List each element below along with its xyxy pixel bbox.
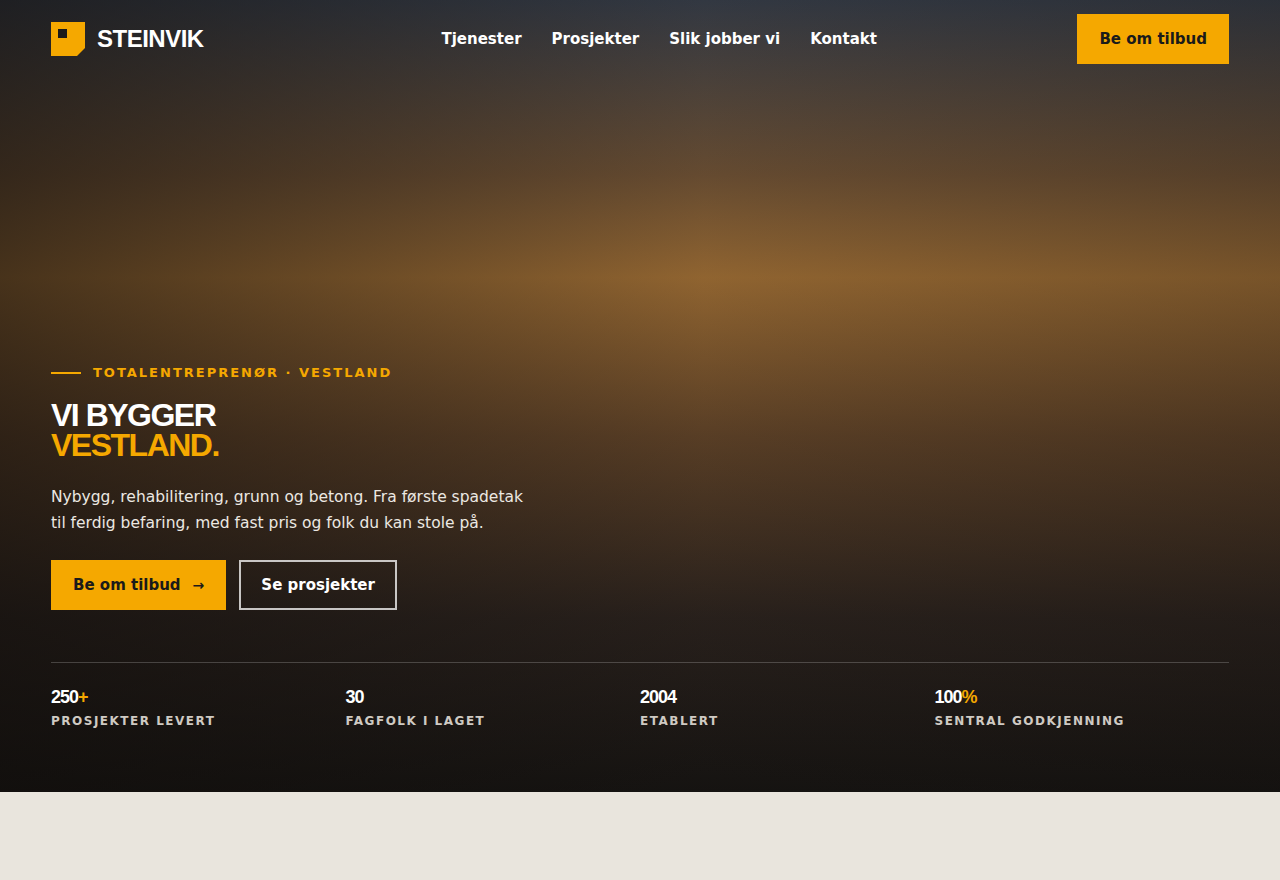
stat: 250+ PROSJEKTER LEVERT xyxy=(51,687,346,728)
stat-value: 2004 xyxy=(640,687,935,708)
stat-value: 250+ xyxy=(51,687,346,708)
stats: 250+PROSJEKTER LEVERT30FAGFOLK I LAGET20… xyxy=(51,662,1229,728)
stat-label: ETABLERT xyxy=(640,714,935,728)
logo[interactable]: STEINVIK xyxy=(51,22,351,56)
stat: 2004 ETABLERT xyxy=(640,687,935,728)
eyebrow-line xyxy=(51,372,81,374)
nav-link[interactable]: Tjenester xyxy=(441,30,521,48)
eyebrow-text: TOTALENTREPRENØR · VESTLAND xyxy=(93,365,392,380)
logo-icon xyxy=(51,22,85,56)
title-line: VI BYGGER xyxy=(51,400,1229,430)
arrow-icon: → xyxy=(193,577,205,593)
title-line: VESTLAND. xyxy=(51,430,1229,460)
stat-value: 30 xyxy=(346,687,641,708)
hero-button[interactable]: Se prosjekter xyxy=(239,560,397,610)
nav-link[interactable]: Prosjekter xyxy=(552,30,640,48)
brand-name: STEINVIK xyxy=(97,25,204,53)
hero-lead: Nybygg, rehabilitering, grunn og betong.… xyxy=(51,484,541,536)
hero-content: TOTALENTREPRENØR · VESTLAND VI BYGGERVEST… xyxy=(51,365,1229,728)
navbar: STEINVIK Tjenester Prosjekter Slik jobber v… xyxy=(51,14,1229,64)
hero-photo xyxy=(0,0,1280,792)
hero-title: VI BYGGERVESTLAND. xyxy=(51,400,1229,460)
stat-label: SENTRAL GODKJENNING xyxy=(935,714,1230,728)
hero: STEINVIK Tjenester Prosjekter Slik jobber v… xyxy=(0,0,1280,792)
stat-value: 100% xyxy=(935,687,1230,708)
stat-label: PROSJEKTER LEVERT xyxy=(51,714,346,728)
hero-actions: Be om tilbud→ Se prosjekter xyxy=(51,560,1229,610)
nav-cta-button[interactable]: Be om tilbud xyxy=(1077,14,1229,64)
nav-links: Tjenester Prosjekter Slik jobber vi Kontakt xyxy=(441,30,876,48)
stat: 100% SENTRAL GODKJENNING xyxy=(935,687,1230,728)
nav-link[interactable]: Kontakt xyxy=(810,30,877,48)
hero-button[interactable]: Be om tilbud→ xyxy=(51,560,226,610)
next-section xyxy=(0,792,1280,880)
stat: 30 FAGFOLK I LAGET xyxy=(346,687,641,728)
eyebrow: TOTALENTREPRENØR · VESTLAND xyxy=(51,365,1229,380)
page: STEINVIK Tjenester Prosjekter Slik jobber v… xyxy=(0,0,1280,880)
nav-link[interactable]: Slik jobber vi xyxy=(669,30,780,48)
stat-label: FAGFOLK I LAGET xyxy=(346,714,641,728)
